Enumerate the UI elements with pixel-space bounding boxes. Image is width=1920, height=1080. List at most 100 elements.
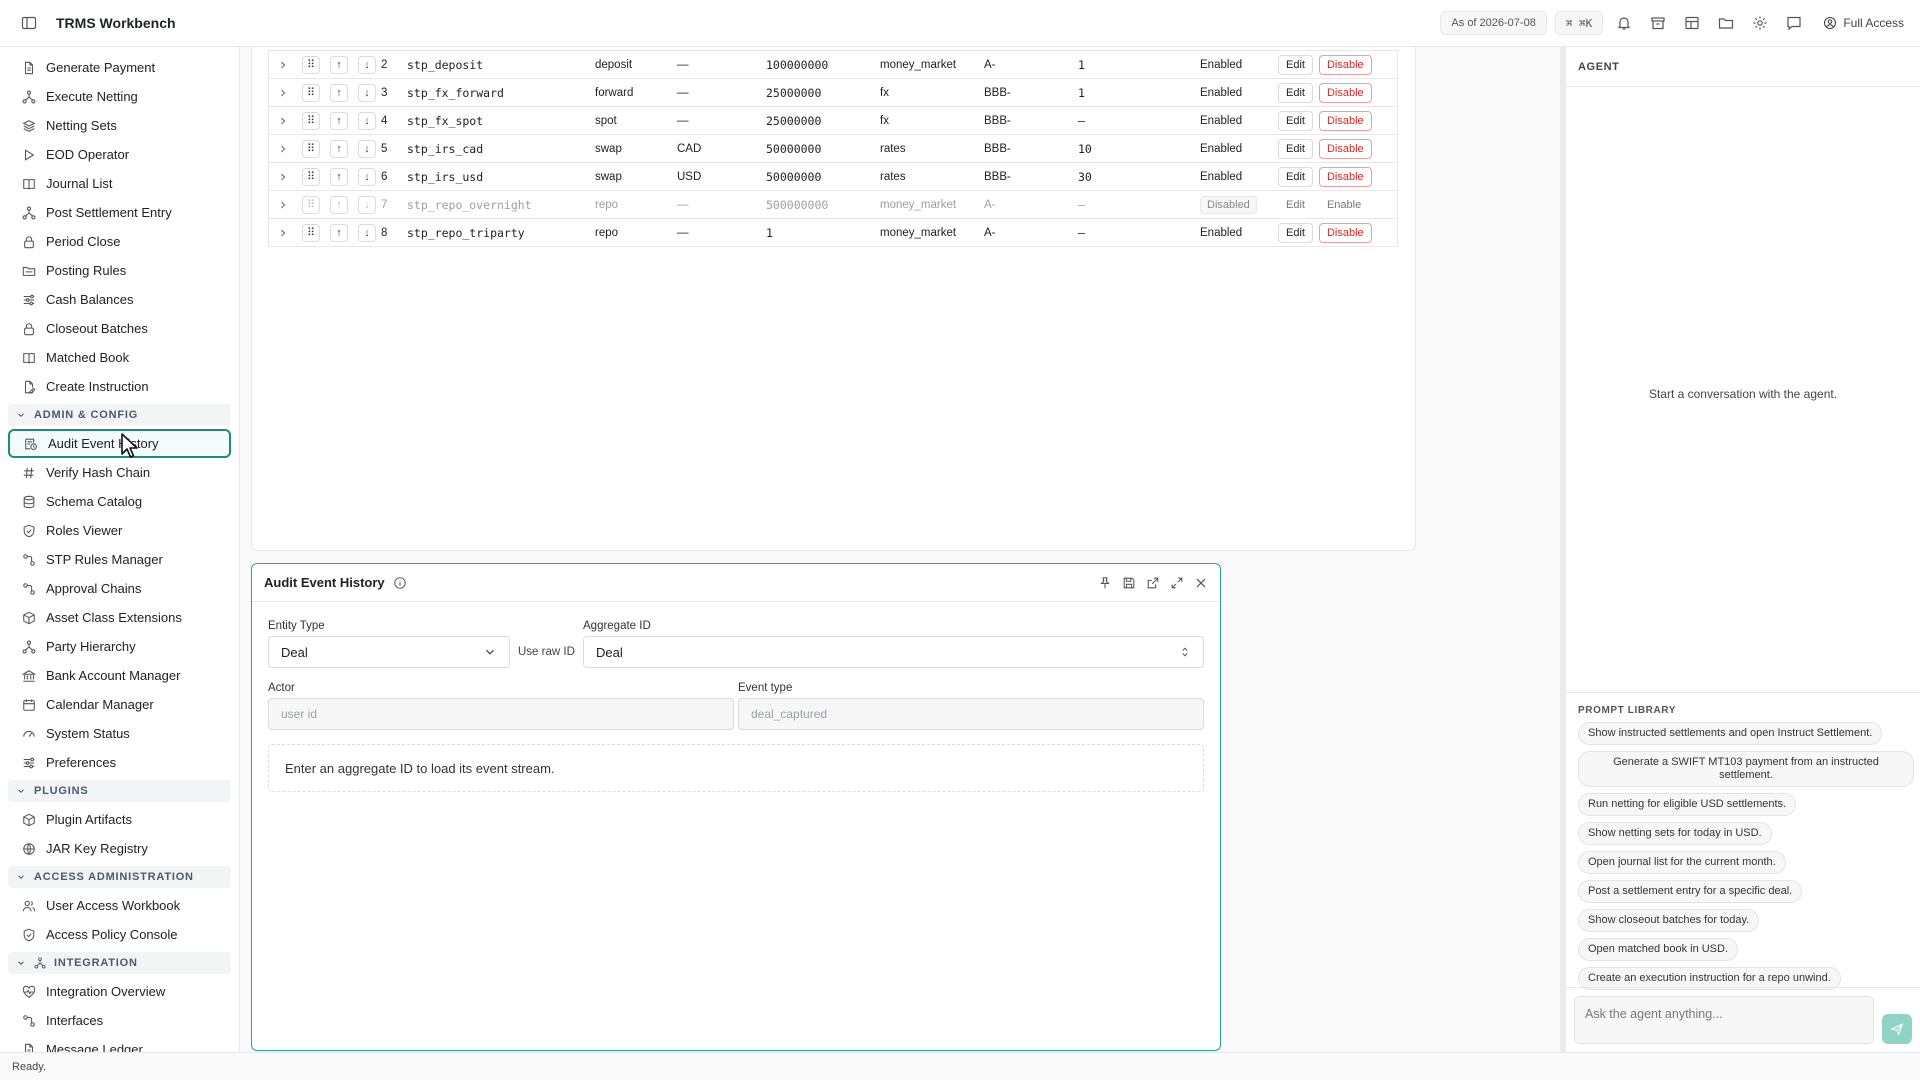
sidebar-item-execute-netting[interactable]: Execute Netting — [8, 82, 231, 111]
sidebar-item-verify-hash-chain[interactable]: Verify Hash Chain — [8, 458, 231, 487]
sidebar-item-bank-account-manager[interactable]: Bank Account Manager — [8, 661, 231, 690]
sidebar-item-journal-list[interactable]: Journal List — [8, 169, 231, 198]
sidebar-item-asset-class-extensions[interactable]: Asset Class Extensions — [8, 603, 231, 632]
sidebar-item-integration-overview[interactable]: Integration Overview — [8, 977, 231, 1006]
drag-handle-icon[interactable]: ⠿ — [302, 55, 320, 74]
access-level[interactable]: Full Access — [1823, 16, 1904, 30]
prompt-chip[interactable]: Show instructed settlements and open Ins… — [1578, 722, 1883, 745]
drag-handle-icon[interactable]: ⠿ — [302, 83, 320, 102]
edit-rule-button[interactable]: Edit — [1278, 110, 1313, 131]
expand-row-button[interactable] — [269, 227, 297, 239]
drag-handle-icon[interactable]: ⠿ — [302, 139, 320, 158]
prompt-chip[interactable]: Show closeout batches for today. — [1578, 909, 1760, 932]
gear-icon[interactable] — [1747, 10, 1773, 36]
disable-rule-button[interactable]: Disable — [1318, 110, 1372, 131]
sidebar-item-generate-payment[interactable]: Generate Payment — [8, 53, 231, 82]
expand-row-button[interactable] — [269, 199, 297, 211]
expand-row-button[interactable] — [269, 115, 297, 127]
sidebar-item-jar-key-registry[interactable]: JAR Key Registry — [8, 834, 231, 863]
move-up-icon[interactable]: ↑ — [330, 195, 348, 214]
layout-icon[interactable] — [1679, 10, 1705, 36]
sidebar-item-system-status[interactable]: System Status — [8, 719, 231, 748]
sidebar-item-cash-balances[interactable]: Cash Balances — [8, 285, 231, 314]
sidebar-item-message-ledger[interactable]: Message Ledger — [8, 1035, 231, 1052]
maximize-icon[interactable] — [1170, 576, 1184, 590]
agent-input[interactable] — [1574, 996, 1875, 1044]
sidebar-item-access-policy-console[interactable]: Access Policy Console — [8, 920, 231, 949]
expand-row-button[interactable] — [269, 171, 297, 183]
sidebar-item-calendar-manager[interactable]: Calendar Manager — [8, 690, 231, 719]
prompt-chip[interactable]: Open journal list for the current month. — [1578, 851, 1786, 874]
enable-rule-button[interactable]: Enable — [1318, 194, 1370, 215]
archive-icon[interactable] — [1645, 10, 1671, 36]
move-up-icon[interactable]: ↑ — [330, 83, 348, 102]
close-icon[interactable] — [1194, 576, 1208, 590]
edit-rule-button[interactable]: Edit — [1278, 82, 1313, 103]
move-down-icon[interactable]: ↓ — [358, 55, 376, 74]
section-access-administration[interactable]: ACCESS ADMINISTRATION — [8, 866, 231, 888]
sidebar-item-matched-book[interactable]: Matched Book — [8, 343, 231, 372]
edit-rule-button[interactable]: Edit — [1278, 194, 1313, 215]
prompt-chip[interactable]: Post a settlement entry for a specific d… — [1578, 880, 1803, 903]
section-plugins[interactable]: PLUGINS — [8, 780, 231, 802]
disable-rule-button[interactable]: Disable — [1318, 54, 1372, 75]
disable-rule-button[interactable]: Disable — [1318, 222, 1372, 243]
sidebar-item-interfaces[interactable]: Interfaces — [8, 1006, 231, 1035]
sidebar-item-party-hierarchy[interactable]: Party Hierarchy — [8, 632, 231, 661]
disable-rule-button[interactable]: Disable — [1318, 166, 1372, 187]
pin-icon[interactable] — [1098, 576, 1112, 590]
prompt-chip[interactable]: Run netting for eligible USD settlements… — [1578, 793, 1797, 816]
edit-rule-button[interactable]: Edit — [1278, 138, 1313, 159]
chat-icon[interactable] — [1781, 10, 1807, 36]
move-up-icon[interactable]: ↑ — [330, 139, 348, 158]
sidebar-item-plugin-artifacts[interactable]: Plugin Artifacts — [8, 805, 231, 834]
edit-rule-button[interactable]: Edit — [1278, 166, 1313, 187]
info-icon[interactable] — [393, 576, 407, 590]
send-button[interactable] — [1882, 1014, 1912, 1044]
drag-handle-icon[interactable]: ⠿ — [302, 111, 320, 130]
move-up-icon[interactable]: ↑ — [330, 55, 348, 74]
sidebar-item-schema-catalog[interactable]: Schema Catalog — [8, 487, 231, 516]
sidebar-item-period-close[interactable]: Period Close — [8, 227, 231, 256]
use-raw-id-toggle[interactable]: Use raw ID — [518, 646, 575, 658]
sidebar-item-user-access-workbook[interactable]: User Access Workbook — [8, 891, 231, 920]
event-type-input[interactable] — [738, 698, 1204, 730]
section-integration[interactable]: INTEGRATION — [8, 952, 231, 974]
expand-row-button[interactable] — [269, 143, 297, 155]
prompt-chip[interactable]: Open matched book in USD. — [1578, 938, 1739, 961]
disable-rule-button[interactable]: Disable — [1318, 82, 1372, 103]
sidebar-item-eod-operator[interactable]: EOD Operator — [8, 140, 231, 169]
actor-input[interactable] — [268, 698, 734, 730]
prompt-chip[interactable]: Generate a SWIFT MT103 payment from an i… — [1578, 751, 1914, 787]
sidebar-item-post-settlement-entry[interactable]: Post Settlement Entry — [8, 198, 231, 227]
aggregate-id-select[interactable]: Deal — [583, 636, 1204, 668]
expand-row-button[interactable] — [269, 87, 297, 99]
drag-handle-icon[interactable]: ⠿ — [302, 195, 320, 214]
folder-icon[interactable] — [1713, 10, 1739, 36]
expand-row-button[interactable] — [269, 59, 297, 71]
prompt-chip[interactable]: Show netting sets for today in USD. — [1578, 822, 1772, 845]
as-of-date[interactable]: As of 2026-07-08 — [1440, 11, 1547, 35]
sidebar-item-posting-rules[interactable]: Posting Rules — [8, 256, 231, 285]
bell-icon[interactable] — [1611, 10, 1637, 36]
move-down-icon[interactable]: ↓ — [358, 83, 376, 102]
disable-rule-button[interactable]: Disable — [1318, 138, 1372, 159]
sidebar-item-create-instruction[interactable]: Create Instruction — [8, 372, 231, 401]
move-down-icon[interactable]: ↓ — [358, 111, 376, 130]
move-up-icon[interactable]: ↑ — [330, 223, 348, 242]
sidebar-item-roles-viewer[interactable]: Roles Viewer — [8, 516, 231, 545]
drag-handle-icon[interactable]: ⠿ — [302, 223, 320, 242]
command-palette-button[interactable]: ⌘ ⌘K — [1554, 11, 1604, 35]
entity-type-select[interactable]: Deal — [268, 636, 510, 668]
sidebar-toggle-icon[interactable] — [16, 10, 42, 36]
move-down-icon[interactable]: ↓ — [358, 167, 376, 186]
sidebar-item-preferences[interactable]: Preferences — [8, 748, 231, 777]
move-down-icon[interactable]: ↓ — [358, 223, 376, 242]
open-external-icon[interactable] — [1146, 576, 1160, 590]
move-up-icon[interactable]: ↑ — [330, 111, 348, 130]
drag-handle-icon[interactable]: ⠿ — [302, 167, 320, 186]
move-up-icon[interactable]: ↑ — [330, 167, 348, 186]
move-down-icon[interactable]: ↓ — [358, 139, 376, 158]
edit-rule-button[interactable]: Edit — [1278, 54, 1313, 75]
move-down-icon[interactable]: ↓ — [358, 195, 376, 214]
